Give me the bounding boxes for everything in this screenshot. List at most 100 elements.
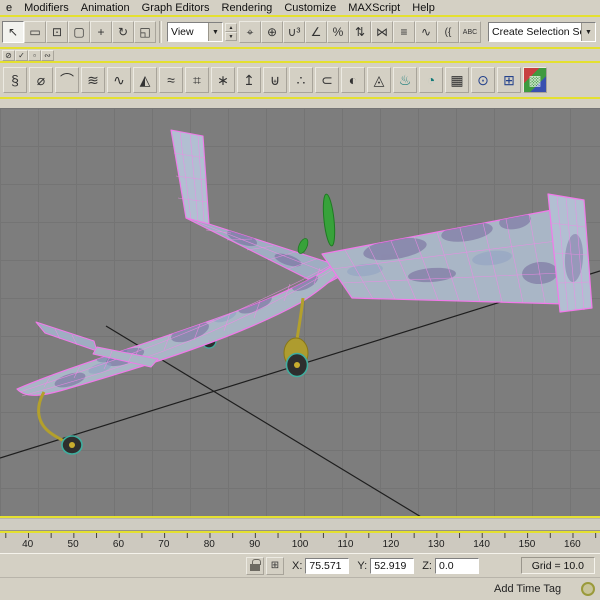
- menu-item[interactable]: Help: [406, 2, 441, 14]
- selection-lock-icon[interactable]: [246, 556, 264, 575]
- coordinate-spinner[interactable]: ▲ ▼: [225, 23, 237, 41]
- mini-tool-icon-4[interactable]: ∾: [41, 49, 54, 61]
- noise-tool-icon[interactable]: ≈: [159, 67, 183, 93]
- named-selection-set-combo[interactable]: Create Selection Set ▼: [488, 22, 596, 42]
- lock-glyph: [250, 559, 261, 571]
- render-scene-icon[interactable]: ♨: [393, 67, 417, 93]
- conform-tool-icon[interactable]: ⊂: [315, 67, 339, 93]
- scatter-tool-icon[interactable]: ∴: [289, 67, 313, 93]
- taper-tool-icon[interactable]: ◭: [133, 67, 157, 93]
- ripple-tool-icon[interactable]: ∿: [107, 67, 131, 93]
- zoom-tool-icon[interactable]: ⊙: [471, 67, 495, 93]
- frame-number: 40: [22, 539, 34, 550]
- prompt-bar: Add Time Tag: [0, 577, 600, 600]
- frame-number: 80: [203, 539, 215, 550]
- reference-coordinate-dropdown[interactable]: View ▼: [167, 22, 223, 42]
- add-time-tag-button[interactable]: Add Time Tag: [494, 583, 561, 595]
- spinner-up-icon[interactable]: ▲: [225, 23, 237, 32]
- secondary-toolbar: § ⌀ ⌒ ≋ ∿ ◭ ≈ ⌗ ∗ ↥ ⊎ ∴ ⊂ ◐ ◬ ♨ ◔ ▦ ⊙ ⊞ ▩: [0, 63, 600, 97]
- y-label: Y:: [357, 559, 368, 572]
- snap-toggle-icon[interactable]: ∪³: [283, 21, 305, 43]
- morph-tool-icon[interactable]: ◐: [341, 67, 365, 93]
- color-swatch-icon[interactable]: ▩: [523, 67, 547, 93]
- mesher-tool-icon[interactable]: ◬: [367, 67, 391, 93]
- snap-tools-group: ⌖ ⊕ ∪³ ∠% ⇅ ⋈ ≡ ∿({ABC: [239, 21, 481, 43]
- bend-tool-icon[interactable]: ⌒: [55, 67, 79, 93]
- arc-rotate-icon[interactable]: [581, 582, 595, 596]
- toolbar-separator: [159, 21, 162, 43]
- rename-objects-icon[interactable]: ABC: [459, 21, 481, 43]
- menu-item[interactable]: e: [0, 2, 18, 14]
- region-zoom-icon[interactable]: ⊞: [497, 67, 521, 93]
- aircraft-model[interactable]: [16, 129, 593, 455]
- selection-filter-icon[interactable]: ▢: [68, 21, 90, 43]
- z-coordinate-field[interactable]: 0.0: [434, 557, 479, 574]
- window-crossing-icon[interactable]: ⊡: [46, 21, 68, 43]
- spinner-down-icon[interactable]: ▼: [225, 32, 237, 41]
- mini-tool-icon-3[interactable]: ▫: [28, 49, 41, 61]
- boolean-tool-icon[interactable]: ⊎: [263, 67, 287, 93]
- curve-editor-icon[interactable]: ∿: [415, 21, 437, 43]
- mini-tool-icon-2[interactable]: ✓: [15, 49, 28, 61]
- angle-snap-icon[interactable]: ∠: [305, 21, 327, 43]
- frame-number: 120: [382, 539, 400, 550]
- track-bar[interactable]: 40 50 60 70 80 90 100 110 120 130 140 150 160: [0, 533, 600, 553]
- select-and-rotate-icon[interactable]: ↻: [112, 21, 134, 43]
- lathe-tool-icon[interactable]: ⌀: [29, 67, 53, 93]
- toolbar-spacer: [0, 99, 600, 108]
- select-and-move-icon[interactable]: +: [90, 21, 112, 43]
- schematic-view-icon[interactable]: ({: [437, 21, 459, 43]
- frame-number: 110: [337, 539, 354, 550]
- extrude-tool-icon[interactable]: ↥: [237, 67, 261, 93]
- transform-typein-toggle-icon[interactable]: ⊞: [266, 556, 284, 575]
- select-object-icon[interactable]: ↖: [2, 21, 24, 43]
- x-coordinate-field[interactable]: 75.571: [305, 557, 350, 574]
- x-label: X:: [292, 559, 303, 572]
- view-dropdown-value: View: [171, 26, 194, 38]
- frame-number: 70: [158, 539, 170, 550]
- rect-selection-region-icon[interactable]: ▭: [24, 21, 46, 43]
- smooth-tool-icon[interactable]: ∗: [211, 67, 235, 93]
- percent-snap-icon[interactable]: %: [327, 21, 349, 43]
- main-toolbar: ↖ ▭ ⊡ ▢ + ↻ ◱ View ▼ ▲ ▼ ⌖ ⊕ ∪³ ∠% ⇅ ⋈ ≡ ∿({ABC Creat…: [0, 17, 600, 47]
- selection-tools-group: ↖ ▭ ⊡ ▢ + ↻ ◱: [2, 21, 156, 43]
- spinner-snap-icon[interactable]: ⇅: [349, 21, 371, 43]
- select-and-scale-icon[interactable]: ◱: [134, 21, 156, 43]
- quick-render-icon[interactable]: ◔: [419, 67, 443, 93]
- status-bar: ⊞ X: 75.571 Y: 52.919 Z: 0.0 Grid = 10.0: [0, 553, 600, 577]
- propeller-blade[interactable]: [321, 193, 336, 247]
- frame-number: 50: [67, 539, 79, 550]
- helix-tool-icon[interactable]: §: [3, 67, 27, 93]
- frame-number: 100: [291, 539, 309, 550]
- use-pivot-point-icon[interactable]: ⌖: [239, 21, 261, 43]
- align-icon[interactable]: ≡: [393, 21, 415, 43]
- frame-number: 140: [473, 539, 490, 550]
- frame-number: 160: [564, 539, 581, 550]
- dropdown-arrow-icon[interactable]: ▼: [581, 23, 595, 41]
- menu-bar: e Modifiers Animation Graph Editors Renderin…: [0, 0, 600, 15]
- lattice-tool-icon[interactable]: ⌗: [185, 67, 209, 93]
- fuselage-camo: [54, 274, 318, 388]
- wave-tool-icon[interactable]: ≋: [81, 67, 105, 93]
- perspective-viewport[interactable]: [0, 108, 600, 516]
- time-slider-track[interactable]: [0, 518, 600, 531]
- selection-set-value: Create Selection Set: [492, 26, 581, 38]
- frame-number: 90: [249, 539, 261, 550]
- menu-item[interactable]: Graph Editors: [136, 2, 216, 14]
- frame-number: 150: [518, 539, 536, 550]
- menu-item[interactable]: Animation: [75, 2, 136, 14]
- dropdown-arrow-icon[interactable]: ▼: [208, 23, 222, 41]
- menu-item[interactable]: MAXScript: [342, 2, 406, 14]
- y-coordinate-field[interactable]: 52.919: [370, 557, 415, 574]
- grid-size-display: Grid = 10.0: [520, 557, 595, 574]
- menu-item[interactable]: Rendering: [216, 2, 279, 14]
- mirror-icon[interactable]: ⋈: [371, 21, 393, 43]
- mini-tool-icon-1[interactable]: ⊘: [2, 49, 15, 61]
- layer-manager-icon[interactable]: ▦: [445, 67, 469, 93]
- viewport-canvas: [0, 129, 600, 516]
- mini-toolbar: ⊘ ✓ ▫ ∾: [0, 49, 600, 61]
- menu-item[interactable]: Customize: [278, 2, 342, 14]
- select-and-manipulate-icon[interactable]: ⊕: [261, 21, 283, 43]
- frame-number: 60: [112, 539, 125, 550]
- menu-item[interactable]: Modifiers: [18, 2, 75, 14]
